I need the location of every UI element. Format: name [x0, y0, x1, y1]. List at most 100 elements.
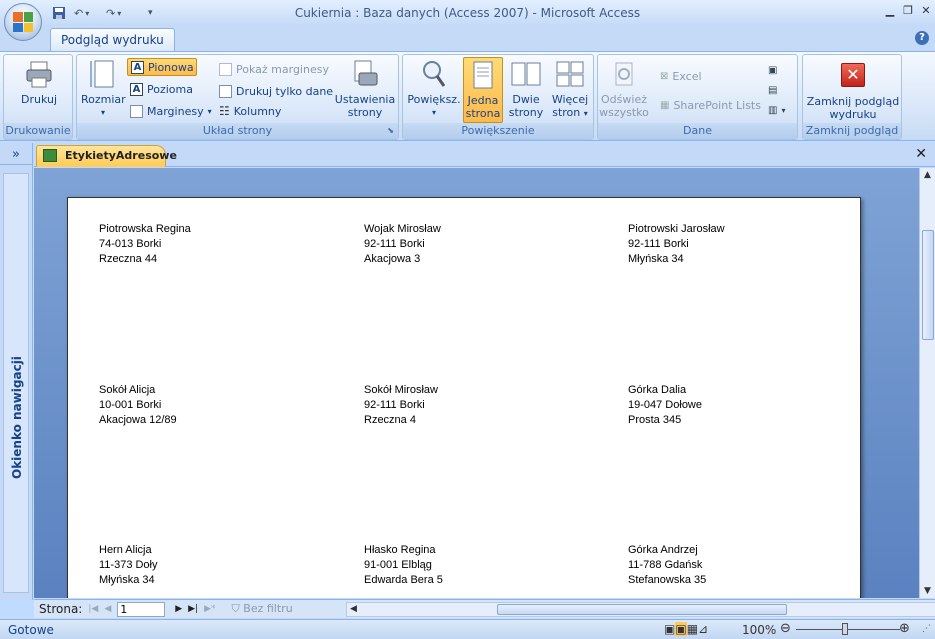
export-word-icon[interactable]: ▣ [768, 61, 777, 79]
close-preview-label-line1: Zamknij podgląd [806, 95, 900, 108]
close-document-icon[interactable]: ✕ [915, 146, 927, 162]
scroll-up-icon[interactable]: ▲ [924, 170, 931, 180]
size-button[interactable]: Rozmiar ▾ [81, 59, 126, 119]
address-label: Sokół Mirosław 92-111 Borki Rzeczna 4 [364, 383, 438, 428]
export-excel-button[interactable]: ⊠ Excel [660, 67, 702, 85]
address-label: Piotrowska Regina 74-013 Borki Rzeczna 44 [99, 222, 191, 267]
group-print: Drukuj Drukowanie [3, 54, 73, 140]
print-button[interactable]: Drukuj [12, 59, 66, 106]
one-page-button[interactable]: Jedna strona [463, 57, 503, 123]
navigation-pane-bar[interactable]: Okienko nawigacji [3, 173, 29, 593]
address-city: 92-111 Borki [364, 238, 425, 250]
page-size-icon [88, 59, 118, 89]
help-icon[interactable]: ? [915, 31, 929, 45]
close-print-preview-button[interactable]: ✕ Zamknij podgląd wydruku [805, 59, 901, 121]
address-street: Akacjowa 12/89 [99, 414, 177, 426]
close-icon[interactable]: ✕ [918, 4, 934, 18]
refresh-label-line1: Odśwież [601, 93, 647, 106]
view-icons[interactable]: ▣▣▦⊿ [664, 622, 708, 636]
previous-page-icon[interactable]: ◀ [104, 604, 111, 614]
report-page: Piotrowska Regina 74-013 Borki Rzeczna 44 W… [67, 197, 861, 598]
address-city: 10-001 Borki [99, 399, 162, 411]
address-street: Edwarda Bera 5 [364, 574, 443, 586]
zoom-button[interactable]: Powiększ. ▾ [407, 59, 461, 119]
restore-icon[interactable]: ❐ [900, 4, 916, 18]
columns-icon: ☷ [219, 104, 230, 118]
close-preview-icon: ✕ [841, 63, 865, 87]
vertical-scrollbar[interactable]: ▲ ▼ [919, 168, 935, 598]
office-button[interactable] [4, 3, 42, 41]
filter-label: Bez filtru [243, 602, 293, 615]
close-preview-label-line2: wydruku [829, 108, 877, 121]
portrait-button[interactable]: A Pionowa [127, 58, 197, 76]
ribbon: Drukuj Drukowanie Rozmiar ▾ A Pionowa A … [0, 51, 935, 141]
magnifier-icon [419, 59, 449, 89]
two-pages-button[interactable]: Dwie strony [506, 59, 546, 119]
horizontal-scrollbar[interactable]: ◀ ▶ [346, 602, 935, 617]
address-street: Stefanowska 35 [628, 574, 707, 586]
dialog-launcher-icon[interactable]: ⬊ [387, 123, 394, 139]
print-preview-view-icon[interactable]: ▣ [675, 622, 687, 636]
address-label: Hern Alicja 11-373 Doły Młyńska 34 [99, 543, 158, 588]
address-name: Piotrowska Regina [99, 223, 191, 235]
print-data-only-checkbox[interactable]: Drukuj tylko dane [219, 82, 333, 100]
sharepoint-lists-button[interactable]: ▦ SharePoint Lists [660, 96, 761, 114]
export-more-icon[interactable]: ▥ ▾ [768, 101, 785, 119]
filter-indicator[interactable]: ⛉ Bez filtru [232, 602, 293, 616]
last-page-icon[interactable]: ▶| [188, 604, 198, 614]
more-pages-button[interactable]: Więcej stron ▾ [548, 59, 592, 120]
first-page-icon[interactable]: |◀ [88, 604, 98, 614]
address-label: Wojak Mirosław 92-111 Borki Akacjowa 3 [364, 222, 441, 267]
page-number-input[interactable]: 1 [117, 601, 166, 617]
horizontal-scroll-thumb[interactable] [497, 604, 787, 615]
address-name: Wojak Mirosław [364, 223, 441, 235]
show-margins-check-icon [219, 62, 232, 76]
next-page-icon[interactable]: ▶ [175, 604, 182, 614]
page-setup-label-line2: strony [347, 106, 383, 119]
zoom-in-icon[interactable]: ⊕ [899, 621, 910, 636]
address-city: 74-013 Borki [99, 238, 162, 250]
show-margins-checkbox[interactable]: Pokaż marginesy [219, 60, 329, 78]
zoom-slider[interactable] [796, 629, 900, 630]
one-page-label-line1: Jedna [467, 94, 499, 107]
resize-grip-icon[interactable]: ⋰ [922, 624, 931, 634]
group-label-page-layout: Układ strony ⬊ [77, 123, 398, 139]
new-record-icon[interactable]: ▶* [204, 604, 215, 614]
print-label: Drukuj [20, 93, 58, 106]
page-setup-button[interactable]: Ustawienia strony [333, 59, 397, 119]
export-text-icon[interactable]: ▤ [768, 81, 777, 99]
scroll-down-icon[interactable]: ▼ [924, 586, 931, 596]
zoom-slider-thumb[interactable] [842, 623, 848, 635]
refresh-all-button[interactable]: Odśwież wszystko [598, 59, 650, 119]
group-label-print: Drukowanie [4, 123, 72, 139]
more-pages-label-text: stron [552, 106, 581, 119]
landscape-icon: A [130, 82, 143, 96]
margins-icon [130, 104, 143, 118]
sharepoint-icon: ▦ [660, 99, 670, 111]
page-navigation-bar: Strona: |◀ ◀ 1 ▶ ▶| ▶* ⛉ Bez filtru ◀ ▶ [34, 599, 935, 618]
document-tab[interactable]: EtykietyAdresowe [36, 145, 177, 167]
vertical-scroll-thumb[interactable] [922, 230, 934, 340]
address-name: Hłasko Regina [364, 544, 436, 556]
excel-label: Excel [672, 69, 702, 83]
minimize-icon[interactable]: ▁ [882, 4, 898, 18]
address-city: 92-111 Borki [364, 399, 425, 411]
print-data-only-check-icon [219, 84, 232, 98]
group-close-preview: ✕ Zamknij podgląd wydruku Zamknij podglą… [802, 54, 902, 140]
print-preview-area[interactable]: Piotrowska Regina 74-013 Borki Rzeczna 44 W… [34, 168, 919, 598]
margins-button[interactable]: Marginesy ▾ [130, 102, 212, 120]
expand-nav-pane-icon[interactable]: » [0, 147, 32, 165]
address-street: Młyńska 34 [99, 574, 155, 586]
landscape-button[interactable]: A Pozioma [130, 80, 193, 98]
columns-button[interactable]: ☷ Kolumny [219, 102, 281, 120]
tab-print-preview[interactable]: Podgląd wydruku [50, 28, 175, 52]
scroll-left-icon[interactable]: ◀ [350, 604, 357, 614]
group-page-layout: Rozmiar ▾ A Pionowa A Pozioma Marginesy … [76, 54, 399, 140]
address-city: 11-788 Gdańsk [628, 559, 703, 571]
excel-icon: ⊠ [660, 70, 669, 82]
zoom-label: Powiększ. [407, 93, 461, 106]
refresh-icon [609, 59, 639, 89]
one-page-label-line2: strona [465, 107, 501, 120]
page-nav-label: Strona: [39, 602, 83, 616]
zoom-out-icon[interactable]: ⊖ [780, 621, 791, 636]
